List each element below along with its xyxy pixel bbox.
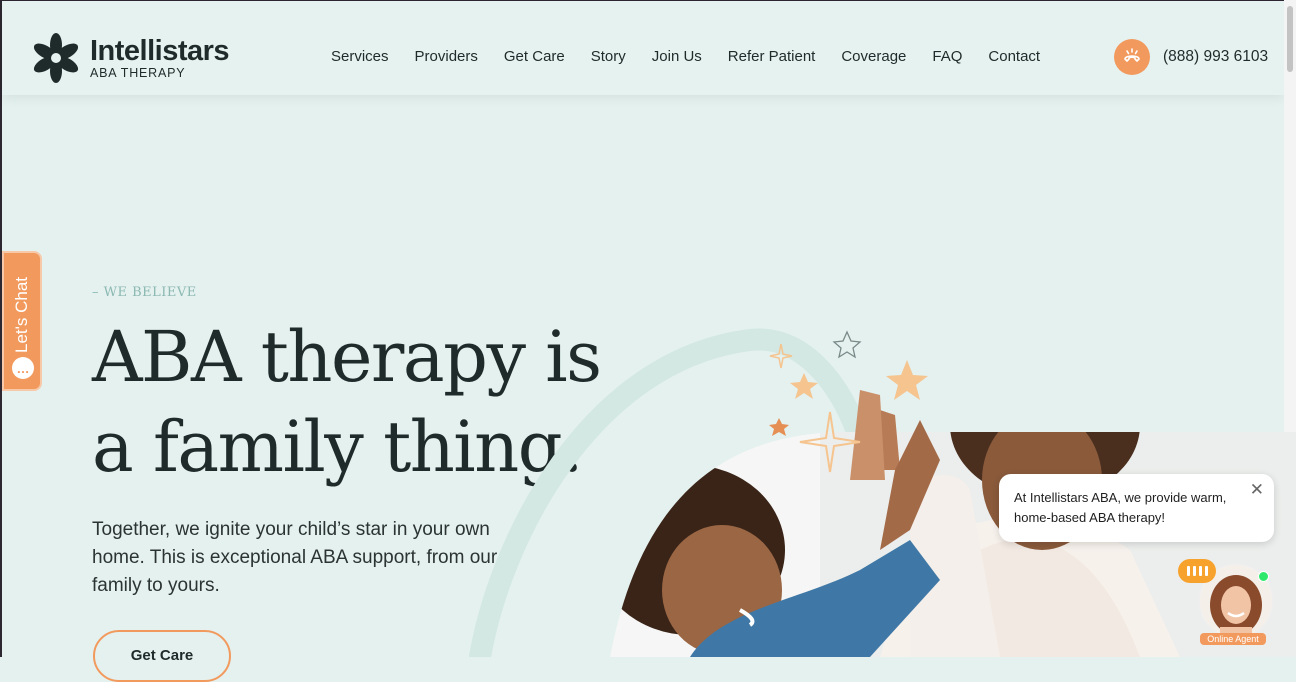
online-agent-label: Online Agent	[1200, 633, 1266, 645]
online-agent-widget[interactable]: Online Agent	[1178, 558, 1276, 650]
main-nav: Services Providers Get Care Story Join U…	[331, 48, 1066, 65]
site-header: Intellistars ABA THERAPY Services Provid…	[2, 1, 1284, 95]
hero-eyebrow: – WE BELIEVE	[92, 285, 197, 300]
online-status-dot	[1258, 571, 1269, 582]
phone-link[interactable]: (888) 993 6103	[1114, 39, 1268, 75]
nav-coverage[interactable]: Coverage	[841, 48, 906, 65]
star-logo-icon	[33, 33, 79, 83]
logo[interactable]: Intellistars ABA THERAPY	[30, 32, 230, 84]
logo-subtitle: ABA THERAPY	[90, 65, 186, 80]
phone-icon	[1114, 39, 1150, 75]
chat-greeting-text: At Intellistars ABA, we provide warm, ho…	[1014, 490, 1227, 525]
nav-faq[interactable]: FAQ	[932, 48, 962, 65]
chat-bubble-icon: …	[12, 357, 34, 379]
nav-refer-patient[interactable]: Refer Patient	[728, 48, 816, 65]
get-care-button[interactable]: Get Care	[93, 630, 231, 682]
nav-story[interactable]: Story	[591, 48, 626, 65]
close-icon[interactable]: ✕	[1250, 480, 1264, 500]
lets-chat-label: Let's Chat	[12, 276, 31, 353]
nav-providers[interactable]: Providers	[415, 48, 478, 65]
logo-name: Intellistars	[90, 34, 230, 67]
nav-services[interactable]: Services	[331, 48, 389, 65]
chat-greeting-popup[interactable]: At Intellistars ABA, we provide warm, ho…	[999, 474, 1274, 542]
scrollbar-thumb[interactable]	[1287, 6, 1293, 72]
nav-get-care[interactable]: Get Care	[504, 48, 565, 65]
nav-contact[interactable]: Contact	[988, 48, 1040, 65]
phone-number[interactable]: (888) 993 6103	[1163, 48, 1268, 66]
nav-join-us[interactable]: Join Us	[652, 48, 702, 65]
voice-wave-icon	[1178, 559, 1216, 583]
lets-chat-tab[interactable]: Let's Chat …	[2, 251, 42, 391]
